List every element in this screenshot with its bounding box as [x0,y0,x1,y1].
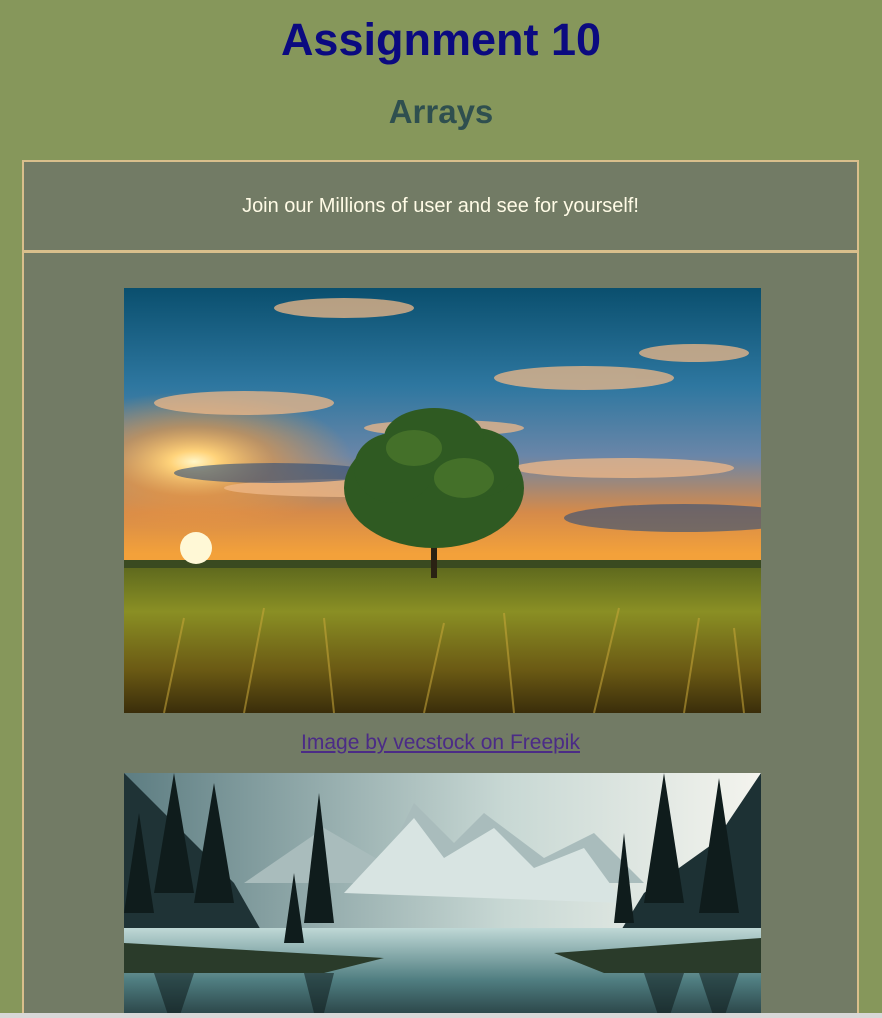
page-title: Assignment 10 [280,14,602,65]
promo-text: Join our Millions of user and see for yo… [242,194,639,217]
window-bottom-edge [0,1013,882,1018]
image-credit-link[interactable]: Image by vecstock on Freepik [24,731,857,755]
promo-banner: Join our Millions of user and see for yo… [24,162,857,253]
page-subtitle: Arrays [388,93,494,130]
page: Assignment 10 Arrays Join our Millions o… [0,0,882,1018]
sunset-tree-field-photo [124,288,761,713]
mountain-lake-forest-photo [124,773,761,1018]
content-panel: Join our Millions of user and see for yo… [22,160,859,1018]
